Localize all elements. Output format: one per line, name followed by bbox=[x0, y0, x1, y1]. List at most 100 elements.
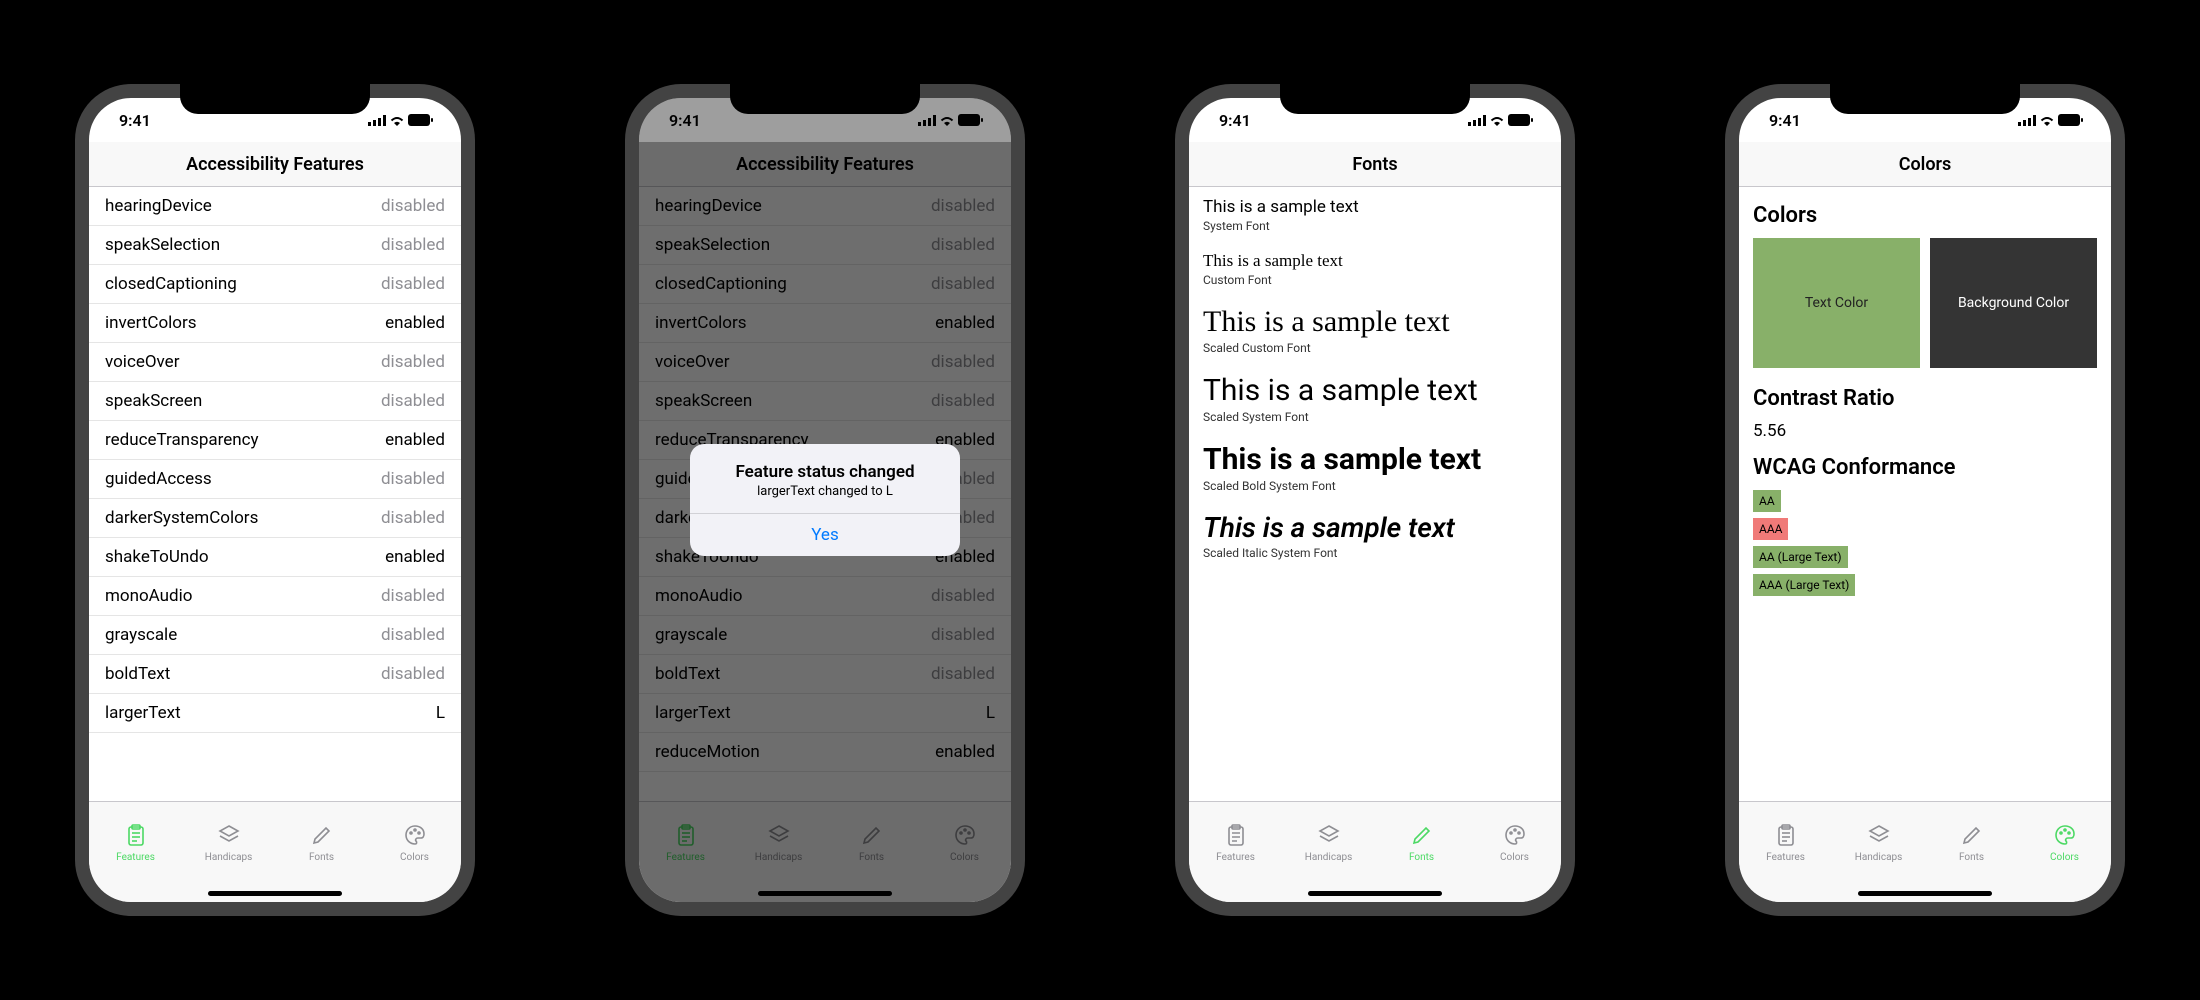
status-icons bbox=[1468, 114, 1533, 126]
feature-row[interactable]: darkerSystemColors disabled bbox=[89, 499, 461, 538]
feature-name: voiceOver bbox=[105, 352, 179, 372]
feature-status: disabled bbox=[381, 664, 445, 684]
navbar: Fonts bbox=[1189, 142, 1561, 187]
tab-features[interactable]: Features bbox=[1189, 802, 1282, 884]
font-sample: This is a sample textScaled Bold System … bbox=[1203, 442, 1547, 493]
sample-caption: Scaled Custom Font bbox=[1203, 341, 1547, 355]
sample-text: This is a sample text bbox=[1203, 197, 1547, 217]
feature-name: largerText bbox=[105, 703, 181, 723]
tab-bar: FeaturesHandicaps Fonts Colors bbox=[1739, 801, 2111, 902]
wcag-badge: AA bbox=[1753, 490, 1781, 512]
feature-name: boldText bbox=[105, 664, 170, 684]
sample-text: This is a sample text bbox=[1203, 511, 1547, 544]
feature-row[interactable]: hearingDevice disabled bbox=[89, 187, 461, 226]
layers-icon bbox=[1315, 823, 1343, 850]
text-color-swatch[interactable]: Text Color bbox=[1753, 238, 1920, 368]
feature-row[interactable]: shakeToUndoenabled bbox=[89, 538, 461, 577]
feature-row[interactable]: voiceOverdisabled bbox=[89, 343, 461, 382]
battery-icon bbox=[1508, 114, 1533, 126]
tab-handicaps[interactable]: Handicaps bbox=[1832, 802, 1925, 884]
notch bbox=[1280, 84, 1470, 114]
tab-label: Fonts bbox=[309, 852, 334, 863]
feature-status: enabled bbox=[385, 430, 445, 450]
clipboard-icon bbox=[1222, 823, 1250, 850]
feature-row[interactable]: reduceTransparencyenabled bbox=[89, 421, 461, 460]
font-sample: This is a sample textSystem Font bbox=[1203, 197, 1547, 233]
page-title: Colors bbox=[1899, 154, 1952, 175]
feature-row[interactable]: boldText disabled bbox=[89, 655, 461, 694]
tab-features[interactable]: Features bbox=[1739, 802, 1832, 884]
pen-icon bbox=[308, 823, 336, 850]
home-indicator[interactable] bbox=[208, 891, 342, 896]
feature-status: L bbox=[436, 703, 445, 723]
tab-fonts[interactable]: Fonts bbox=[275, 802, 368, 884]
layers-icon bbox=[1865, 823, 1893, 850]
tab-handicaps[interactable]: Handicaps bbox=[1282, 802, 1375, 884]
sample-caption: Scaled Italic System Font bbox=[1203, 546, 1547, 560]
feature-row[interactable]: closedCaptioningdisabled bbox=[89, 265, 461, 304]
fonts-content[interactable]: This is a sample textSystem FontThis is … bbox=[1189, 187, 1561, 801]
notch bbox=[180, 84, 370, 114]
tab-label: Features bbox=[1216, 852, 1255, 863]
wcag-badge: AAA (Large Text) bbox=[1753, 574, 1855, 596]
modal-overlay[interactable]: Feature status changed largerText change… bbox=[639, 98, 1011, 902]
feature-status: disabled bbox=[381, 586, 445, 606]
alert-title: Feature status changed bbox=[702, 462, 948, 482]
device-frame-4: 9:41 Colors Colors Text Color Backgroun bbox=[1725, 84, 2125, 916]
palette-icon bbox=[1501, 823, 1529, 850]
tab-fonts[interactable]: Fonts bbox=[1375, 802, 1468, 884]
font-sample: This is a sample textScaled System Font bbox=[1203, 373, 1547, 424]
signal-icon bbox=[368, 115, 386, 126]
tab-label: Fonts bbox=[1959, 852, 1984, 863]
pen-icon bbox=[1408, 823, 1436, 850]
feature-row[interactable]: speakScreendisabled bbox=[89, 382, 461, 421]
status-time: 9:41 bbox=[119, 111, 151, 130]
tab-label: Fonts bbox=[1409, 852, 1434, 863]
feature-status: disabled bbox=[381, 196, 445, 216]
tab-colors[interactable]: Colors bbox=[368, 802, 461, 884]
background-color-swatch[interactable]: Background Color bbox=[1930, 238, 2097, 368]
feature-name: monoAudio bbox=[105, 586, 192, 606]
sample-text: This is a sample text bbox=[1203, 251, 1547, 271]
feature-row[interactable]: invertColorsenabled bbox=[89, 304, 461, 343]
tab-features[interactable]: Features bbox=[89, 802, 182, 884]
feature-name: speakSelection bbox=[105, 235, 220, 255]
feature-row[interactable]: guidedAccessdisabled bbox=[89, 460, 461, 499]
wcag-badges: AAAAAAA (Large Text)AAA (Large Text) bbox=[1753, 490, 2097, 596]
colors-content[interactable]: Colors Text Color Background Color Contr… bbox=[1739, 187, 2111, 801]
feature-row[interactable]: speakSelection disabled bbox=[89, 226, 461, 265]
feature-status: disabled bbox=[381, 235, 445, 255]
feature-name: hearingDevice bbox=[105, 196, 212, 216]
swatch-label: Background Color bbox=[1958, 295, 2069, 311]
home-indicator[interactable] bbox=[1858, 891, 1992, 896]
layers-icon bbox=[215, 823, 243, 850]
tab-label: Colors bbox=[400, 852, 429, 863]
font-sample: This is a sample textCustom Font bbox=[1203, 251, 1547, 287]
wifi-icon bbox=[1489, 115, 1505, 126]
feature-row[interactable]: grayscaledisabled bbox=[89, 616, 461, 655]
feature-status: disabled bbox=[381, 508, 445, 528]
clipboard-icon bbox=[1772, 823, 1800, 850]
feature-status: enabled bbox=[385, 547, 445, 567]
tab-colors[interactable]: Colors bbox=[2018, 802, 2111, 884]
feature-row[interactable]: largerText L bbox=[89, 694, 461, 733]
page-title: Accessibility Features bbox=[186, 154, 364, 175]
feature-name: darkerSystemColors bbox=[105, 508, 258, 528]
home-indicator[interactable] bbox=[1308, 891, 1442, 896]
device-frame-2: 9:41 Accessibility Features hearingDevic… bbox=[625, 84, 1025, 916]
device-frame-1: 9:41 Accessibility Features hearingDevic… bbox=[75, 84, 475, 916]
pen-icon bbox=[1958, 823, 1986, 850]
font-sample: This is a sample text Scaled Italic Syste… bbox=[1203, 511, 1547, 560]
alert-confirm-button[interactable]: Yes bbox=[690, 513, 960, 556]
feature-status: disabled bbox=[381, 274, 445, 294]
tab-handicaps[interactable]: Handicaps bbox=[182, 802, 275, 884]
alert-message: largerText changed to L bbox=[702, 484, 948, 499]
feature-row[interactable]: monoAudio disabled bbox=[89, 577, 461, 616]
feature-status: disabled bbox=[381, 469, 445, 489]
features-list[interactable]: hearingDevice disabled speakSelection disab… bbox=[89, 187, 461, 801]
tab-fonts[interactable]: Fonts bbox=[1925, 802, 2018, 884]
tab-label: Handicaps bbox=[205, 852, 253, 863]
font-sample: This is a sample textScaled Custom Font bbox=[1203, 305, 1547, 355]
tab-colors[interactable]: Colors bbox=[1468, 802, 1561, 884]
tab-label: Features bbox=[116, 852, 155, 863]
